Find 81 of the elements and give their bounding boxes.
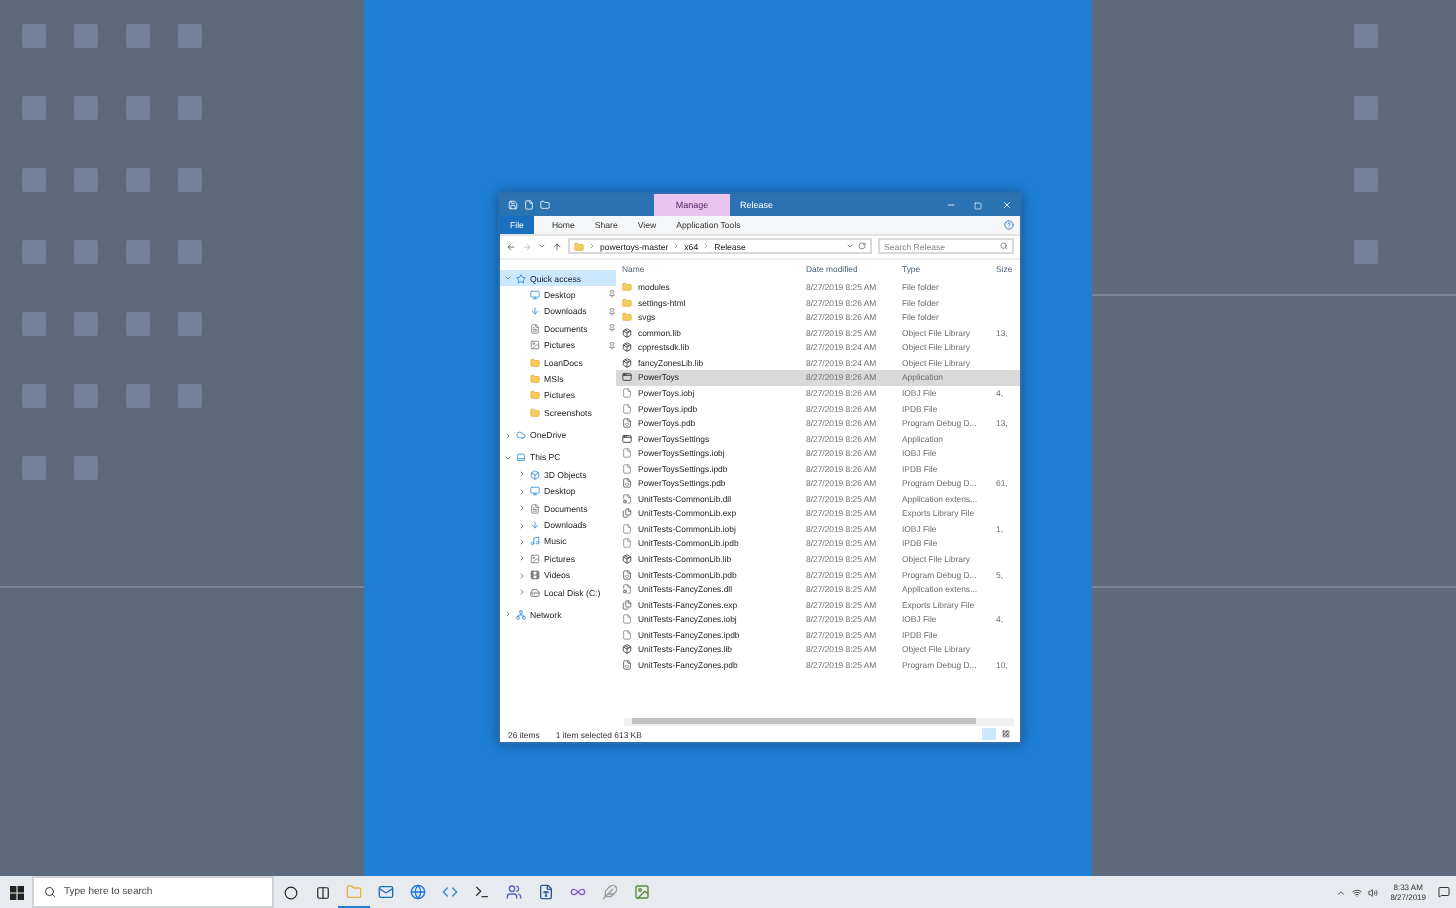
monitor-icon [530,289,540,300]
package-icon [622,357,632,368]
package-icon [622,644,632,655]
forward-icon[interactable] [522,241,532,252]
file-icon [622,629,632,640]
folder-icon [622,282,632,293]
download-icon [530,520,540,531]
folder-icon [530,357,540,367]
file-icon [622,448,632,459]
terminal-icon [474,884,490,900]
download-icon [530,306,540,317]
document-icon [538,884,554,900]
folder-icon [622,297,632,308]
file-icon [622,614,632,625]
maximize-icon[interactable] [974,201,982,209]
chevron-up-icon[interactable] [1336,887,1347,897]
file-code-icon [622,478,632,489]
pin-icon[interactable] [608,324,616,333]
music-icon [530,536,540,547]
minimize-icon[interactable] [945,200,955,210]
pin-icon[interactable] [608,341,616,350]
help-icon[interactable] [1004,219,1014,230]
folder-icon [530,390,540,401]
people-icon [506,884,522,900]
film-icon [530,570,540,581]
folder-icon [574,241,584,252]
file-code-icon [622,659,632,670]
circle-icon[interactable] [283,885,297,899]
files-icon [622,508,632,519]
computer-icon [516,452,526,463]
monitor-icon [530,486,540,497]
package-icon [622,553,632,564]
drive-icon [530,587,540,598]
file-icon [622,463,632,474]
file-icon [622,387,632,398]
package-icon [622,342,632,353]
file-code-icon [622,569,632,580]
file-gear-icon [622,493,632,504]
app-window-icon [622,372,632,383]
folder-icon [622,312,632,323]
file-icon [622,538,632,549]
notification-icon[interactable] [1438,886,1450,898]
cube-icon [530,469,540,480]
folder-icon [530,373,540,384]
up-icon[interactable] [552,241,562,252]
file-icon[interactable] [524,200,534,210]
document-icon [530,323,540,334]
files-icon [622,599,632,610]
file-gear-icon [622,584,632,595]
file-icon [622,403,632,413]
volume-icon[interactable] [1368,887,1379,897]
pin-icon[interactable] [608,307,616,316]
file-code-icon [622,418,632,429]
horizontal-scrollbar[interactable] [624,717,1014,726]
search-icon [1000,242,1008,251]
mail-icon [378,884,394,900]
image-icon [530,553,540,564]
pin-icon[interactable] [608,290,616,299]
app-window-icon [622,433,632,444]
globe-icon [410,884,426,900]
cloud-icon [516,430,526,441]
windows-logo-icon [9,885,23,899]
image-icon [530,340,540,351]
network-icon [516,609,526,620]
infinity-icon [570,884,586,900]
feather-icon [602,884,618,900]
file-icon [622,523,632,534]
document-icon [530,503,540,514]
folder-icon [346,883,362,899]
folder-icon [530,407,540,418]
search-icon [44,886,56,898]
code-icon [442,884,458,900]
package-icon [622,327,632,338]
wifi-icon[interactable] [1352,887,1363,897]
image-icon [634,884,650,900]
refresh-icon[interactable] [858,242,866,251]
folder-icon[interactable] [540,200,550,210]
save-icon[interactable] [508,200,518,210]
star-icon [516,273,526,284]
back-icon[interactable] [506,241,516,252]
task-view-icon[interactable] [315,885,329,899]
